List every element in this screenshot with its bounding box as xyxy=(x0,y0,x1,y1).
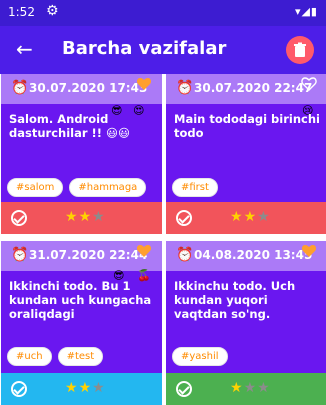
star-icon: ★ xyxy=(65,380,79,396)
alarm-clock-icon: ⏰ xyxy=(11,247,29,263)
check-circle-icon[interactable] xyxy=(11,210,27,226)
alarm-clock-icon: ⏰ xyxy=(176,247,194,263)
card-footer: ★★★ xyxy=(166,373,326,405)
star-icon: ★ xyxy=(230,380,244,396)
tag-list: #salom #hammaga xyxy=(7,178,147,197)
card-header: ⏰ 31.07.2020 22:44 xyxy=(1,241,162,271)
card-text: Main tododagi birinchi todo xyxy=(174,112,320,140)
tag-chip[interactable]: #salom xyxy=(7,178,64,197)
check-circle-icon[interactable] xyxy=(11,381,27,397)
check-circle-icon[interactable] xyxy=(176,381,192,397)
heart-icon xyxy=(301,245,317,257)
card-footer: ★★★ xyxy=(1,373,162,405)
star-icon: ★ xyxy=(92,209,106,225)
card-footer: ★★★ xyxy=(1,202,162,234)
tag-list: #first xyxy=(172,178,218,197)
settings-gear-icon: ⚙ xyxy=(46,3,59,19)
star-icon: ★ xyxy=(257,209,271,225)
card-date: 30.07.2020 22:47 xyxy=(194,81,313,95)
tag-list: #uch #test xyxy=(7,347,104,366)
app-bar: ← Barcha vazifalar xyxy=(0,26,326,74)
card-date: 31.07.2020 22:44 xyxy=(29,248,148,262)
heart-icon xyxy=(301,77,317,91)
todo-card[interactable]: ⏰ 04.08.2020 13:45 Ikkinchu todo. Uch ku… xyxy=(166,241,326,405)
back-button[interactable]: ← xyxy=(16,37,33,61)
delete-all-button[interactable] xyxy=(286,36,314,64)
card-date: 04.08.2020 13:45 xyxy=(194,248,313,262)
heart-icon xyxy=(136,245,152,257)
trash-icon xyxy=(294,42,306,57)
card-header: ⏰ 30.07.2020 22:47 xyxy=(166,74,326,104)
star-rating: ★★★ xyxy=(65,209,106,225)
check-circle-icon[interactable] xyxy=(176,210,192,226)
card-text: Ikkinchi todo. Bu 1 kundan uch kungacha … xyxy=(9,279,152,321)
heart-icon xyxy=(136,78,152,90)
tag-chip[interactable]: #yashil xyxy=(172,347,228,366)
card-header: ⏰ 04.08.2020 13:45 xyxy=(166,241,326,271)
tag-list: #yashil xyxy=(172,347,228,366)
card-date: 30.07.2020 17:43 xyxy=(29,81,148,95)
star-icon: ★ xyxy=(78,380,93,396)
todo-grid: ⏰ 30.07.2020 17:43 😎 😍 Salom. Android da… xyxy=(0,74,326,405)
status-time: 1:52 xyxy=(8,5,35,19)
page-title: Barcha vazifalar xyxy=(62,38,227,59)
card-text: Ikkinchu todo. Uch kundan yuqori vaqtdan… xyxy=(174,279,296,321)
alarm-clock-icon: ⏰ xyxy=(176,80,194,96)
arrow-left-icon: ← xyxy=(16,37,33,61)
star-rating: ★★★ xyxy=(65,380,106,396)
star-icon: ★ xyxy=(78,209,93,225)
star-icon: ★ xyxy=(230,209,244,225)
tag-chip[interactable]: #hammaga xyxy=(69,178,147,197)
star-icon: ★ xyxy=(92,380,106,396)
star-rating: ★★★ xyxy=(230,209,271,225)
star-icon: ★ xyxy=(65,209,79,225)
star-icon: ★ xyxy=(257,380,271,396)
todo-card[interactable]: ⏰ 30.07.2020 17:43 😎 😍 Salom. Android da… xyxy=(1,74,162,234)
status-indicators: ▾◢▮ xyxy=(294,5,318,18)
todo-card[interactable]: ⏰ 31.07.2020 22:44 😎 🍒 Ikkinchi todo. Bu… xyxy=(1,241,162,405)
star-rating: ★★★ xyxy=(230,380,271,396)
card-footer: ★★★ xyxy=(166,202,326,234)
card-text: Salom. Android dasturchilar !! 😃😃 xyxy=(9,112,130,140)
card-header: ⏰ 30.07.2020 17:43 xyxy=(1,74,162,104)
star-icon: ★ xyxy=(243,209,258,225)
todo-card[interactable]: ⏰ 30.07.2020 22:47 😢 Main tododagi birin… xyxy=(166,74,326,234)
tag-chip[interactable]: #first xyxy=(172,178,218,197)
star-icon: ★ xyxy=(243,380,258,396)
tag-chip[interactable]: #test xyxy=(57,347,104,366)
tag-chip[interactable]: #uch xyxy=(7,347,52,366)
alarm-clock-icon: ⏰ xyxy=(11,80,29,96)
status-bar: 1:52 ⚙ ▾◢▮ xyxy=(0,0,326,26)
